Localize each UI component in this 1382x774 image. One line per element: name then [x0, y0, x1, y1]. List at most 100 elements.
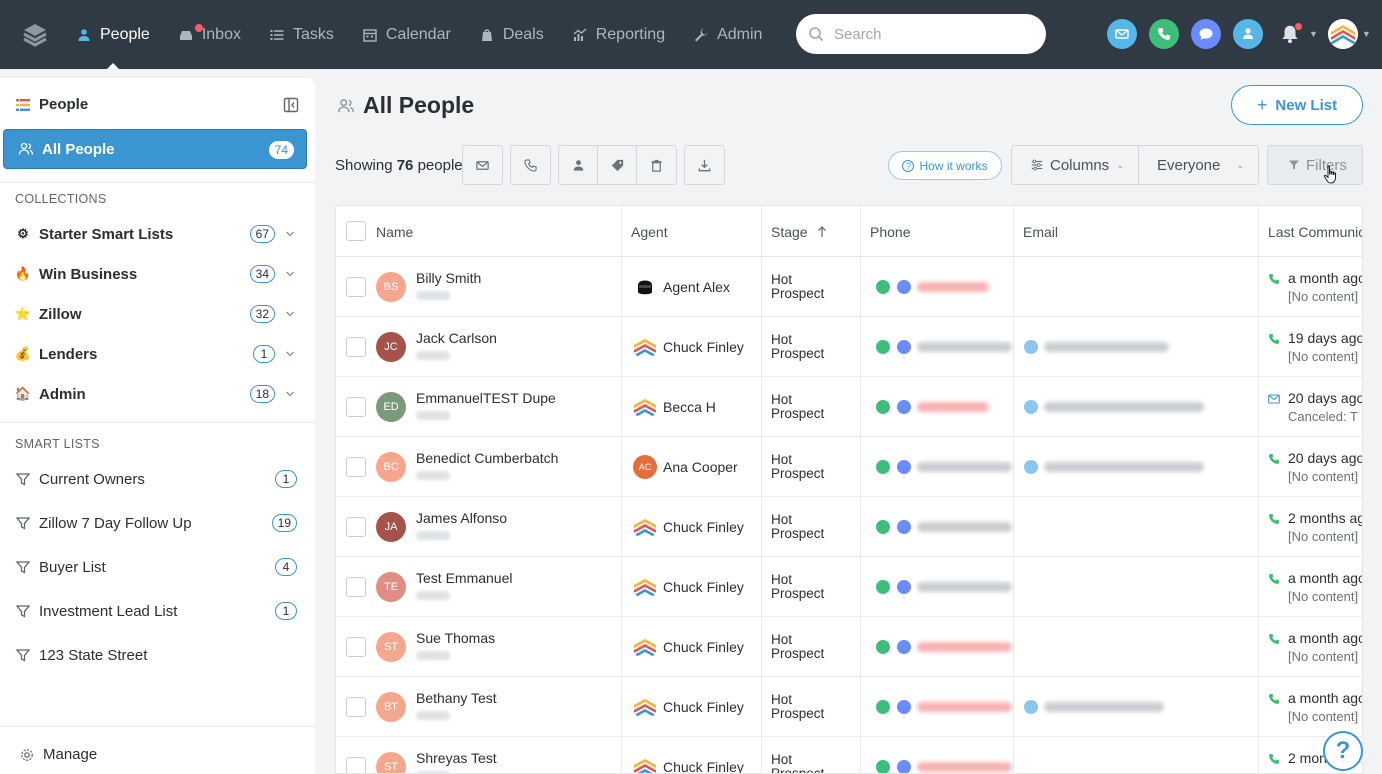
chevron-down-icon[interactable]: [285, 349, 295, 359]
agent-cell[interactable]: AC Ana Cooper: [633, 455, 738, 479]
table-row[interactable]: ST Sue Thomas Chuck Finley Hot Prospect a mon…: [336, 617, 1362, 677]
add-person-action-button[interactable]: [1233, 19, 1263, 49]
call-phone-icon[interactable]: [876, 340, 890, 354]
email-icon[interactable]: [1024, 700, 1038, 714]
new-list-button[interactable]: + New List: [1231, 85, 1363, 125]
row-checkbox[interactable]: [346, 277, 366, 297]
call-phone-icon[interactable]: [876, 460, 890, 474]
chevron-down-icon[interactable]: [285, 269, 295, 279]
person-name-link[interactable]: Bethany Test: [416, 690, 497, 706]
column-header-phone[interactable]: Phone: [870, 224, 910, 240]
nav-item-calendar[interactable]: Calendar: [348, 0, 465, 69]
table-row[interactable]: ST Shreyas Test Chuck Finley Hot Prospect 2 m…: [336, 737, 1362, 774]
stage-cell[interactable]: Hot Prospect: [771, 573, 824, 601]
chevron-down-icon[interactable]: ▼: [1309, 29, 1318, 39]
manage-button[interactable]: Manage: [20, 746, 97, 763]
collection-item[interactable]: 💰 Lenders 1: [0, 334, 315, 374]
stage-cell[interactable]: Hot Prospect: [771, 753, 824, 774]
chevron-down-icon[interactable]: [285, 229, 295, 239]
assign-agent-button[interactable]: [558, 145, 598, 185]
collapse-sidebar-icon[interactable]: [283, 97, 299, 113]
text-message-icon[interactable]: [897, 580, 911, 594]
email-icon[interactable]: [1024, 400, 1038, 414]
nav-item-deals[interactable]: Deals: [465, 0, 558, 69]
agent-cell[interactable]: Chuck Finley: [633, 635, 744, 659]
stage-cell[interactable]: Hot Prospect: [771, 513, 824, 541]
columns-dropdown[interactable]: Columns ⌄: [1011, 145, 1139, 185]
call-phone-icon[interactable]: [876, 640, 890, 654]
email-icon[interactable]: [1024, 460, 1038, 474]
everyone-dropdown[interactable]: Everyone ⌄: [1138, 145, 1259, 185]
text-message-icon[interactable]: [897, 460, 911, 474]
bulk-email-button[interactable]: [462, 145, 503, 185]
text-action-button[interactable]: [1191, 19, 1221, 49]
search-box[interactable]: [796, 14, 1046, 54]
text-message-icon[interactable]: [897, 280, 911, 294]
column-header-stage[interactable]: Stage: [771, 224, 827, 240]
call-action-button[interactable]: [1149, 19, 1179, 49]
help-button[interactable]: ?: [1323, 731, 1363, 771]
row-checkbox[interactable]: [346, 757, 366, 773]
column-header-last-communication[interactable]: Last Communic: [1268, 224, 1362, 240]
agent-cell[interactable]: Chuck Finley: [633, 515, 744, 539]
column-header-email[interactable]: Email: [1023, 224, 1058, 240]
tag-button[interactable]: [597, 145, 637, 185]
sidebar-item-all-people[interactable]: All People 74: [3, 129, 307, 169]
column-header-agent[interactable]: Agent: [631, 224, 668, 240]
table-row[interactable]: BC Benedict Cumberbatch AC Ana Cooper Hot Pro…: [336, 437, 1362, 497]
agent-cell[interactable]: Chuck Finley: [633, 575, 744, 599]
stage-cell[interactable]: Hot Prospect: [771, 453, 824, 481]
nav-item-admin[interactable]: Admin: [679, 0, 776, 69]
stage-cell[interactable]: Hot Prospect: [771, 693, 824, 721]
text-message-icon[interactable]: [897, 520, 911, 534]
call-phone-icon[interactable]: [876, 580, 890, 594]
delete-button[interactable]: [636, 145, 677, 185]
call-phone-icon[interactable]: [876, 280, 890, 294]
user-avatar[interactable]: [1327, 19, 1358, 49]
search-input[interactable]: [834, 25, 1024, 43]
text-message-icon[interactable]: [897, 700, 911, 714]
stage-cell[interactable]: Hot Prospect: [771, 393, 824, 421]
email-action-button[interactable]: [1107, 19, 1137, 49]
row-checkbox[interactable]: [346, 397, 366, 417]
nav-item-tasks[interactable]: Tasks: [255, 0, 348, 69]
collection-item[interactable]: 🔥 Win Business 34: [0, 254, 315, 294]
row-checkbox[interactable]: [346, 697, 366, 717]
text-message-icon[interactable]: [897, 400, 911, 414]
person-name-link[interactable]: EmmanuelTEST Dupe: [416, 390, 556, 406]
person-name-link[interactable]: James Alfonso: [416, 510, 507, 526]
agent-cell[interactable]: Agent Alex: [633, 275, 730, 299]
call-phone-icon[interactable]: [876, 700, 890, 714]
bulk-call-button[interactable]: [510, 145, 551, 185]
agent-cell[interactable]: Chuck Finley: [633, 335, 744, 359]
smart-list-item[interactable]: 123 State Street: [0, 635, 315, 675]
table-row[interactable]: ED EmmanuelTEST Dupe Becca H Hot Prospect 20 …: [336, 377, 1362, 437]
smart-list-item[interactable]: Current Owners 1: [0, 459, 315, 499]
table-row[interactable]: JC Jack Carlson Chuck Finley Hot Prospect 19 …: [336, 317, 1362, 377]
person-name-link[interactable]: Sue Thomas: [416, 630, 495, 646]
call-phone-icon[interactable]: [876, 520, 890, 534]
agent-cell[interactable]: Chuck Finley: [633, 695, 744, 719]
collection-item[interactable]: ⚙ Starter Smart Lists 67: [0, 214, 315, 254]
export-button[interactable]: [684, 145, 725, 185]
how-it-works-button[interactable]: ? How it works: [888, 151, 1002, 180]
select-all-checkbox[interactable]: [346, 221, 366, 241]
person-name-link[interactable]: Benedict Cumberbatch: [416, 450, 558, 466]
person-name-link[interactable]: Jack Carlson: [416, 330, 497, 346]
email-icon[interactable]: [1024, 340, 1038, 354]
table-row[interactable]: BS Billy Smith Agent Alex Hot Prospect a mont…: [336, 257, 1362, 317]
smart-list-item[interactable]: Investment Lead List 1: [0, 591, 315, 631]
app-logo-icon[interactable]: [22, 22, 48, 48]
chevron-down-icon[interactable]: ▼: [1362, 29, 1371, 39]
table-row[interactable]: TE Test Emmanuel Chuck Finley Hot Prospect a …: [336, 557, 1362, 617]
stage-cell[interactable]: Hot Prospect: [771, 273, 824, 301]
row-checkbox[interactable]: [346, 517, 366, 537]
person-name-link[interactable]: Shreyas Test: [416, 750, 497, 766]
stage-cell[interactable]: Hot Prospect: [771, 333, 824, 361]
text-message-icon[interactable]: [897, 760, 911, 773]
nav-item-people[interactable]: People: [62, 0, 164, 69]
notifications-button[interactable]: [1275, 19, 1305, 49]
row-checkbox[interactable]: [346, 457, 366, 477]
column-header-name[interactable]: Name: [376, 224, 413, 240]
call-phone-icon[interactable]: [876, 760, 890, 773]
